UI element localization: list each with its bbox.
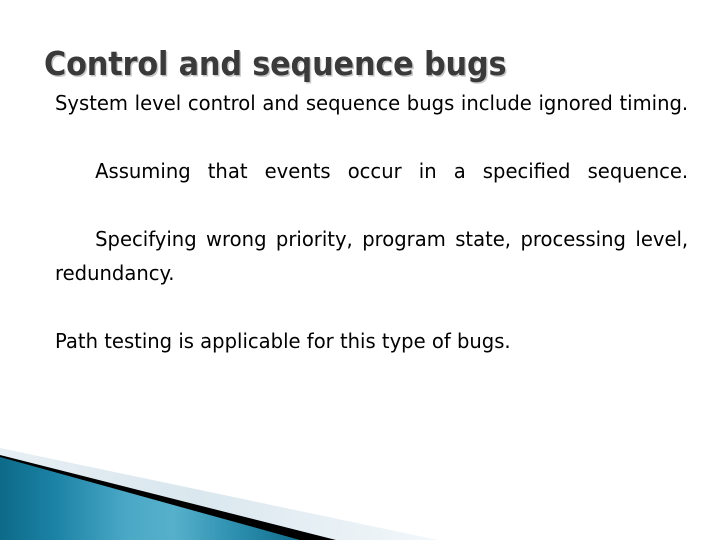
slide: Control and sequence bugs System level c… bbox=[0, 0, 720, 540]
body-paragraph: Specifying wrong priority, program state… bbox=[55, 227, 689, 285]
footer-band-black bbox=[0, 455, 336, 540]
footer-band-teal bbox=[0, 457, 300, 540]
body-paragraph: Path testing is applicable for this type… bbox=[55, 329, 511, 353]
page-title: Control and sequence bugs bbox=[44, 44, 507, 84]
body-paragraph: System level control and sequence bugs i… bbox=[55, 91, 689, 115]
footer-band-pale bbox=[0, 448, 438, 540]
slide-body: System level control and sequence bugs i… bbox=[55, 86, 688, 358]
body-paragraph: Assuming that events occur in a specifie… bbox=[95, 159, 689, 183]
